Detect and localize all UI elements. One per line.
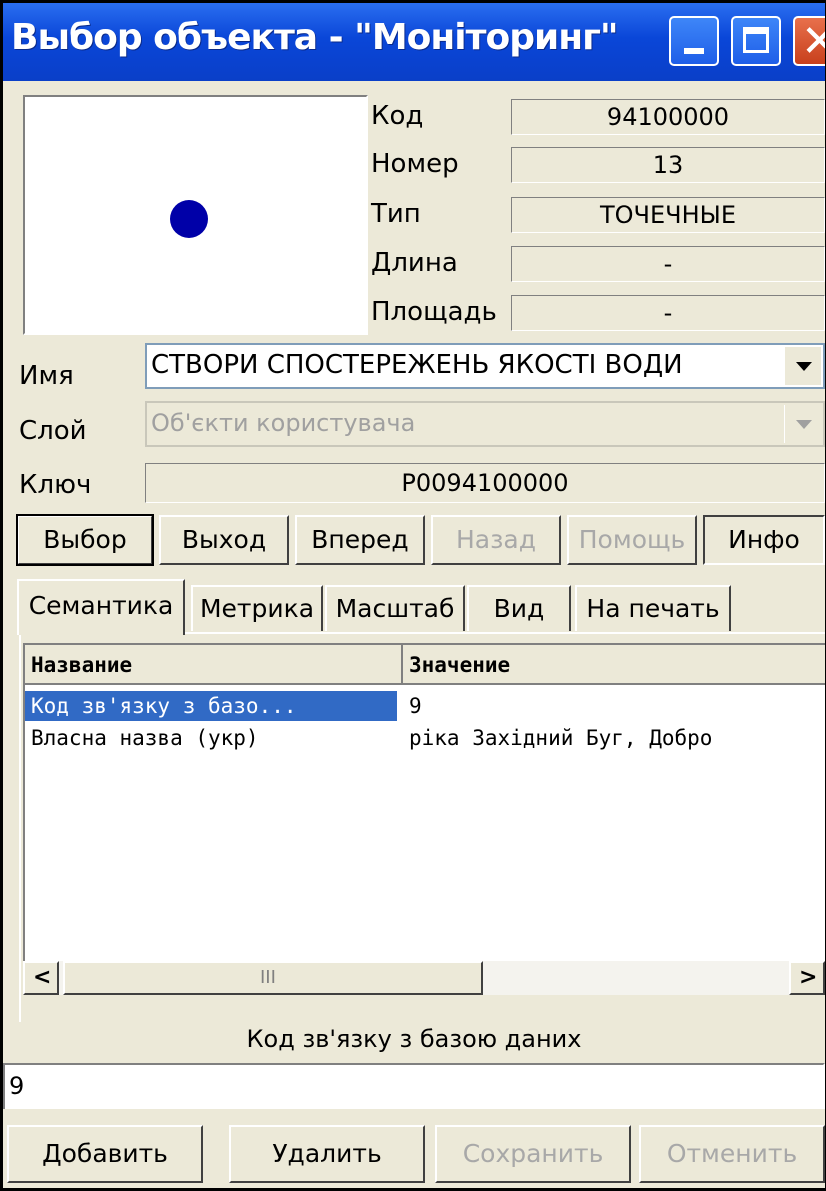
scroll-left-button[interactable]: < — [23, 961, 59, 995]
code-field: 94100000 — [511, 99, 825, 135]
add-button[interactable]: Добавить — [7, 1125, 203, 1183]
layer-combobox: Об'єкти користувача — [145, 401, 825, 447]
scroll-right-button[interactable]: > — [789, 961, 825, 995]
horizontal-scrollbar[interactable]: < III > — [23, 961, 825, 995]
code-label: Код — [371, 101, 424, 131]
table-row-name[interactable]: Власна назва (укр) — [25, 723, 397, 753]
chevron-down-icon — [784, 405, 821, 443]
name-combobox[interactable]: СТВОРИ СПОСТЕРЕЖЕНЬ ЯКОСТІ ВОДИ — [145, 343, 825, 389]
table-row-name[interactable]: Код зв'язку з базо... — [25, 691, 397, 721]
layer-value: Об'єкти користувача — [151, 409, 416, 437]
object-selection-dialog: Выбор объекта - "Моніторинг" ✕ Код 94100… — [3, 3, 825, 1188]
minimize-button[interactable] — [669, 16, 719, 66]
object-preview — [23, 95, 368, 335]
delete-button[interactable]: Удалить — [229, 1125, 425, 1183]
type-label: Тип — [371, 199, 421, 229]
key-field: P0094100000 — [145, 463, 825, 503]
number-field: 13 — [511, 147, 825, 183]
info-button[interactable]: Инфо — [703, 515, 825, 565]
length-field: - — [511, 246, 825, 282]
area-label: Площадь — [371, 297, 497, 327]
key-label: Ключ — [19, 470, 92, 500]
point-symbol-icon — [170, 200, 208, 238]
grip-icon: III — [260, 967, 276, 988]
save-button: Сохранить — [435, 1125, 631, 1183]
table-row-value[interactable]: 9 — [403, 691, 825, 721]
tab-semantics[interactable]: Семантика — [17, 579, 185, 635]
number-label: Номер — [371, 149, 459, 179]
layer-label: Слой — [19, 416, 87, 446]
edit-field-label: Код зв'язку з базою даних — [246, 1025, 582, 1053]
column-header-value[interactable]: Значение — [403, 645, 825, 685]
name-label: Имя — [19, 361, 74, 391]
help-button: Помощь — [567, 515, 697, 565]
chevron-down-icon[interactable] — [784, 347, 821, 385]
maximize-button[interactable] — [731, 16, 781, 66]
select-button[interactable]: Выбор — [16, 514, 154, 566]
title-bar[interactable]: Выбор объекта - "Моніторинг" ✕ — [3, 3, 825, 81]
back-button: Назад — [431, 515, 561, 565]
window-title: Выбор объекта - "Моніторинг" — [11, 17, 619, 58]
exit-button[interactable]: Выход — [159, 515, 289, 565]
name-value: СТВОРИ СПОСТЕРЕЖЕНЬ ЯКОСТІ ВОДИ — [151, 350, 683, 380]
semantics-table[interactable]: Название Значение Код зв'язку з базо... … — [23, 643, 825, 993]
chevron-left-icon: < — [33, 965, 52, 990]
column-header-name[interactable]: Название — [25, 645, 403, 685]
tab-scale[interactable]: Масштаб — [325, 585, 465, 631]
forward-button[interactable]: Вперед — [295, 515, 425, 565]
scroll-thumb[interactable]: III — [63, 961, 483, 995]
cancel-button: Отменить — [639, 1125, 825, 1183]
tab-print[interactable]: На печать — [575, 585, 731, 631]
tab-view[interactable]: Вид — [467, 585, 571, 631]
length-label: Длина — [371, 248, 458, 278]
chevron-right-icon: > — [799, 965, 818, 990]
close-icon: ✕ — [801, 16, 825, 67]
type-field: ТОЧЕЧНЫЕ — [511, 197, 825, 233]
close-button[interactable]: ✕ — [793, 16, 825, 67]
table-row-value[interactable]: ріка Західний Буг, Добро — [403, 723, 825, 753]
area-field: - — [511, 295, 825, 331]
value-input[interactable]: 9 — [3, 1063, 825, 1109]
tab-metric[interactable]: Метрика — [191, 585, 323, 631]
